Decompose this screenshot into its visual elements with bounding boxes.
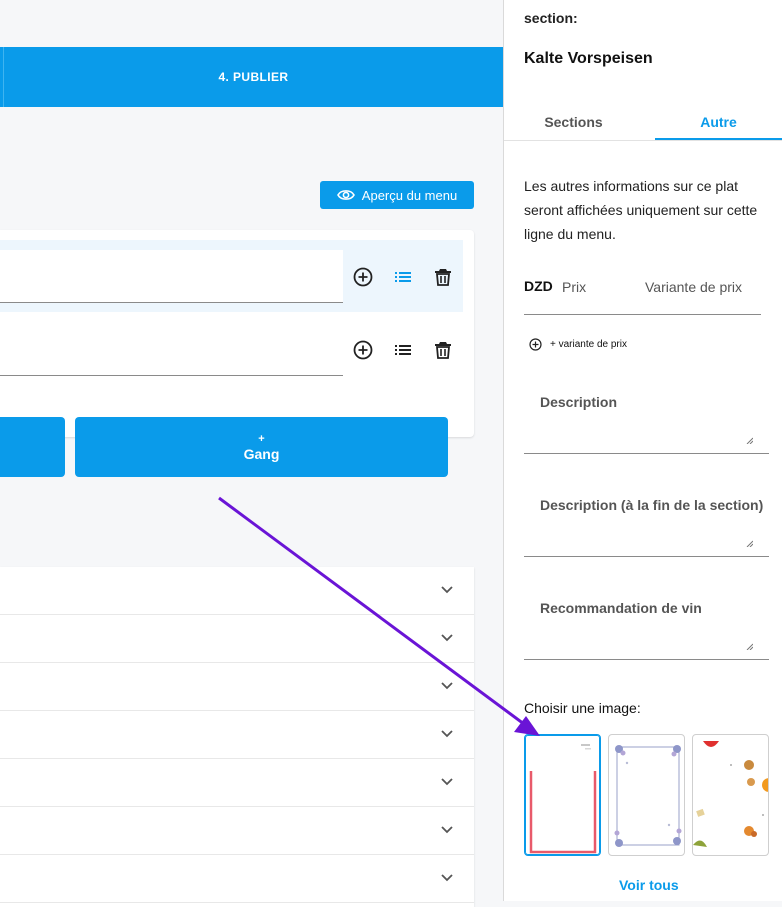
details-panel: section: Kalte Vorspeisen Sections Autre… [503,0,782,901]
description-end-field[interactable]: Description (à la fin de la section) [524,477,769,557]
see-all-link[interactable]: Voir tous [619,877,679,893]
dish-name-input-2[interactable] [0,323,343,376]
template-thumbnail-red-frame [529,744,597,854]
accordion-row[interactable] [0,663,474,711]
resize-grip-icon[interactable] [746,437,753,444]
chevron-down-icon [441,778,453,786]
add-course-label: Gang [243,445,280,462]
chevron-down-icon [441,682,453,690]
currency-label: DZD [524,278,553,294]
chevron-down-icon [441,586,453,594]
step-publish-label: 4. PUBLIER [218,70,289,84]
image-option-3[interactable] [692,734,769,856]
dish-card: + Gang [0,230,474,477]
menu-preview-button[interactable]: Aperçu du menu [320,181,474,209]
template-thumbnail-floral-frame [614,745,682,847]
add-course-plus: + [258,432,265,445]
accordion-row[interactable] [0,759,474,807]
accordion-row[interactable] [0,807,474,855]
add-course-button[interactable]: + Gang [75,417,448,477]
description-field[interactable]: Description [524,374,769,454]
wine-recommendation-field[interactable]: Recommandation de vin [524,580,769,660]
accordion-row[interactable] [0,711,474,759]
tab-other[interactable]: Autre [655,108,782,140]
list-icon[interactable] [392,339,414,361]
image-option-2[interactable] [608,734,685,856]
menu-preview-label: Aperçu du menu [361,187,458,203]
wine-recommendation-label: Recommandation de vin [540,600,702,616]
description-end-label: Description (à la fin de la section) [540,497,764,513]
template-thumbnail-food [693,741,768,847]
add-item-button[interactable] [0,417,65,477]
accordion-row[interactable] [0,855,474,903]
price-placeholder: Prix [562,279,587,295]
info-text: Les autres informations sur ce plat sero… [524,178,758,242]
eye-icon [336,190,355,200]
description-label: Description [540,394,618,410]
resize-grip-icon[interactable] [746,540,753,547]
trash-icon[interactable] [432,339,454,361]
resize-grip-icon[interactable] [746,643,753,650]
accordion-row[interactable] [0,615,474,663]
plus-circle-icon [529,338,542,351]
tab-sections[interactable]: Sections [504,108,643,138]
add-price-variant-label: + variante de prix [550,339,627,350]
chevron-down-icon [441,634,453,642]
step-publish[interactable]: 4. PUBLIER [4,47,503,107]
section-accordion [0,567,474,907]
price-variant-placeholder: Variante de prix [645,279,743,295]
accordion-row[interactable] [0,567,474,615]
image-option-1[interactable] [524,734,601,856]
chevron-down-icon [441,874,453,882]
choose-image-label: Choisir une image: [524,700,641,716]
trash-icon[interactable] [432,266,454,288]
section-label: section: [524,10,578,26]
stepper-bar: 4. PUBLIER [0,47,503,107]
list-icon[interactable] [392,266,414,288]
dish-name-input-1[interactable] [0,250,343,303]
plus-circle-icon[interactable] [352,339,374,361]
add-price-variant-button[interactable]: + variante de prix [529,338,627,351]
section-name: Kalte Vorspeisen [524,50,653,67]
chevron-down-icon [441,826,453,834]
panel-tabs: Sections Autre [504,108,782,141]
plus-circle-icon[interactable] [352,266,374,288]
chevron-down-icon [441,730,453,738]
